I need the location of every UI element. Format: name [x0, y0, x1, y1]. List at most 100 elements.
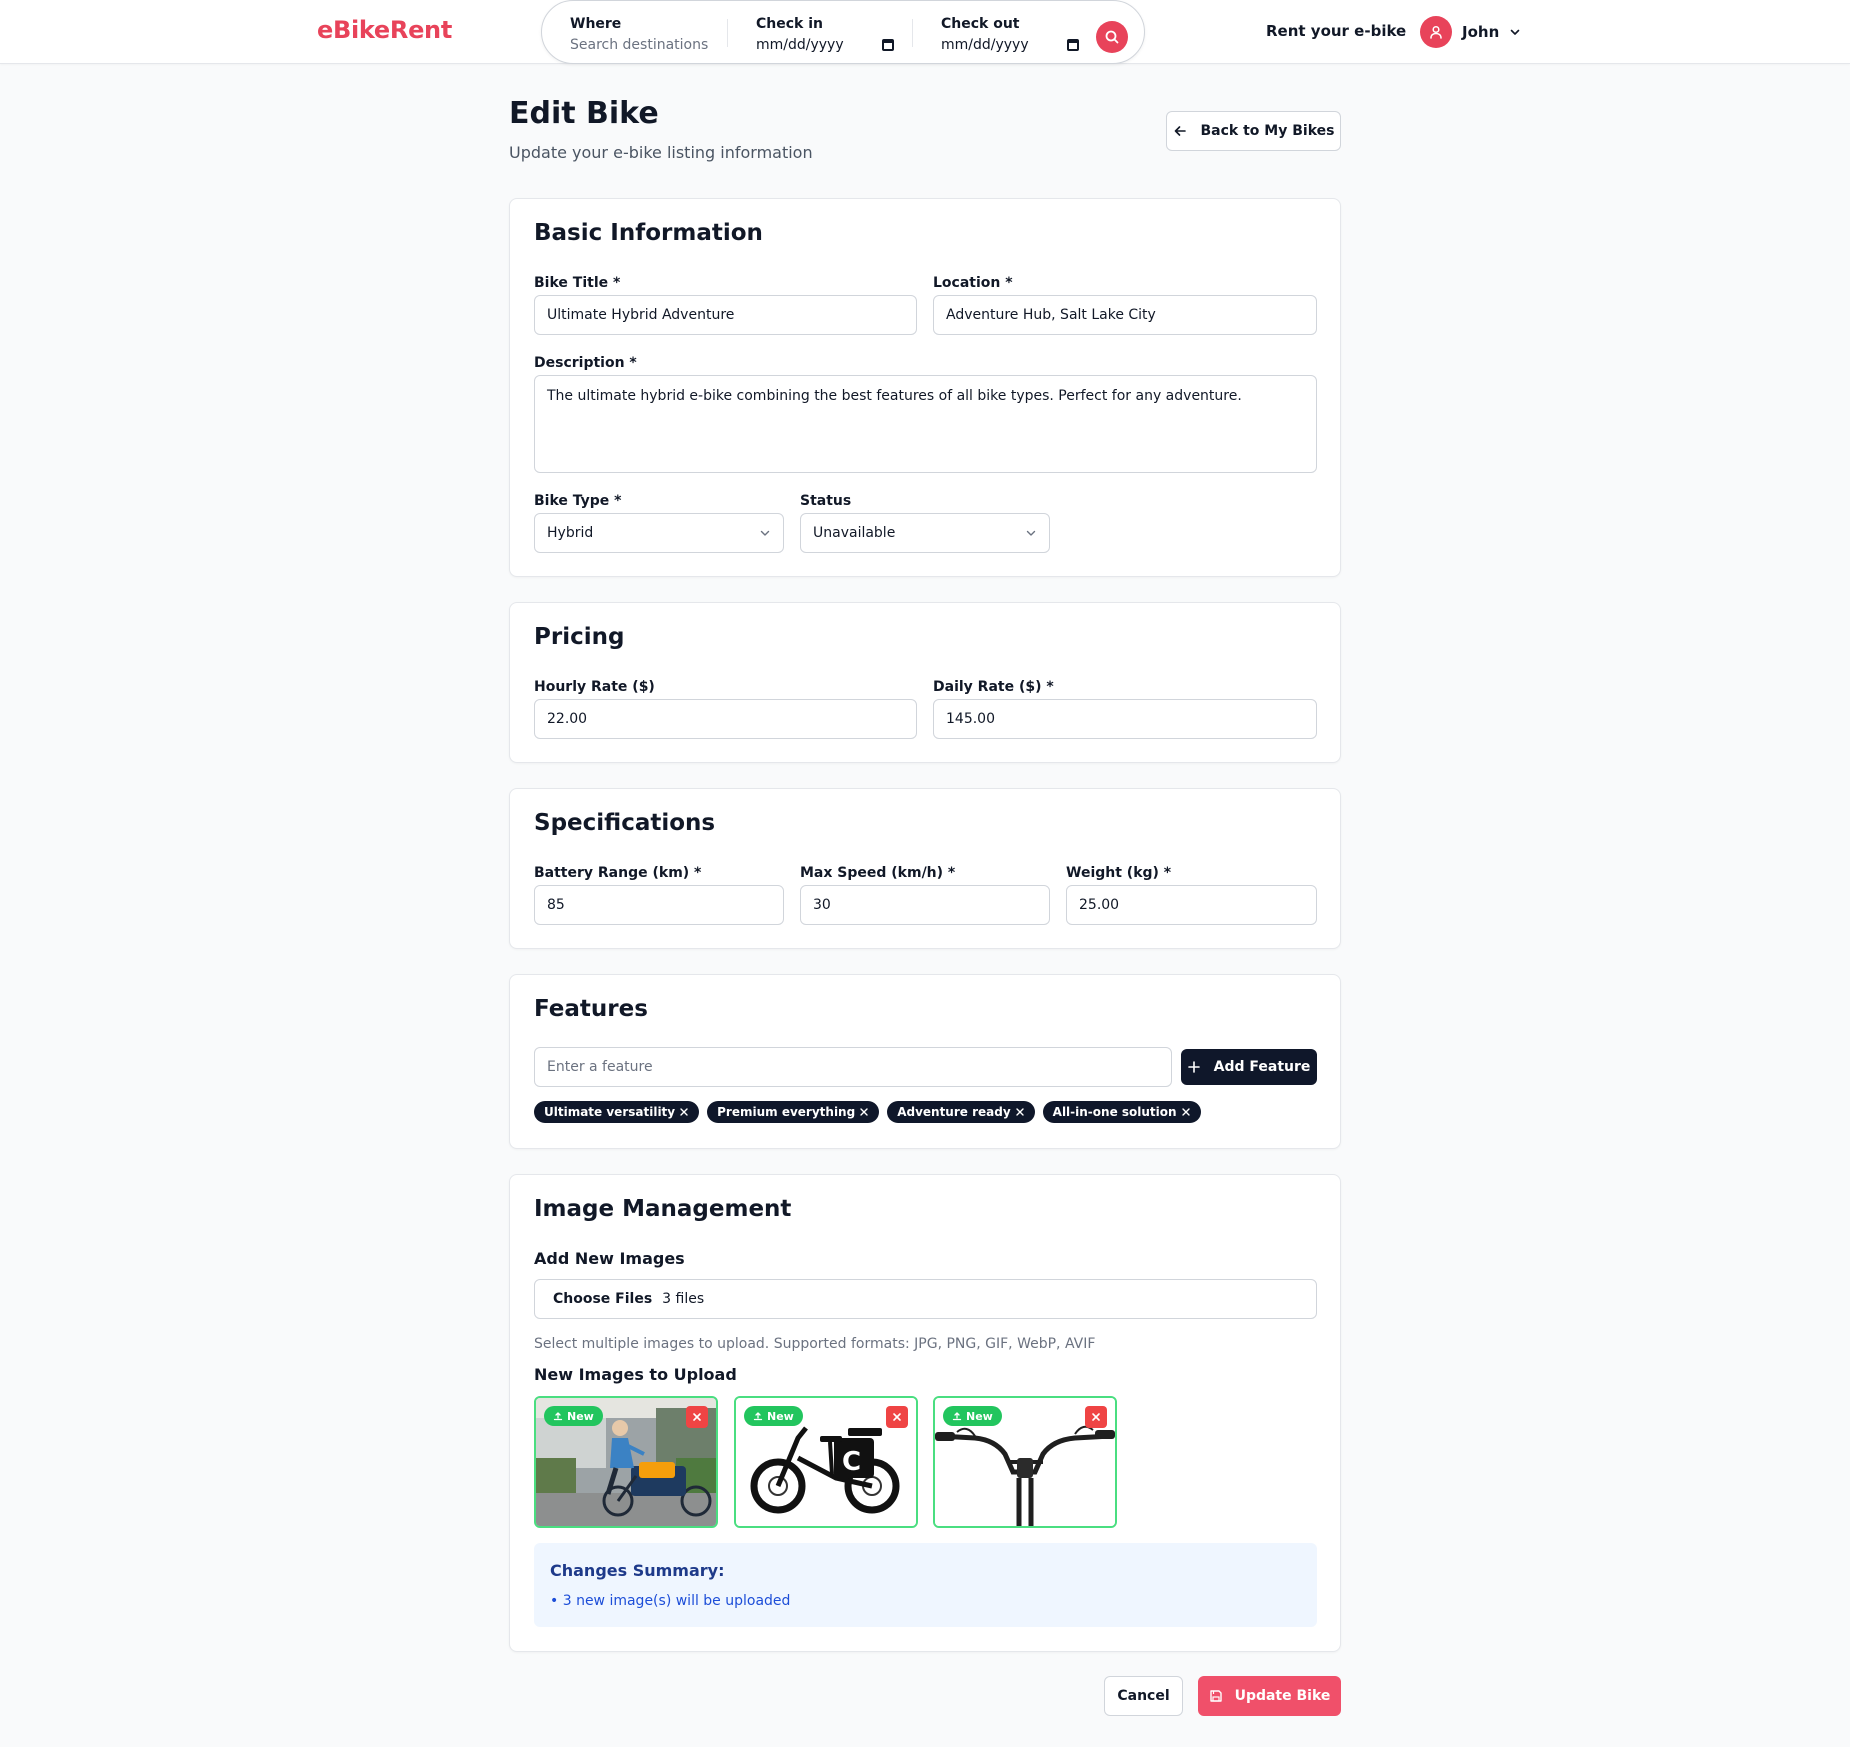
checkin-field[interactable]: Check in mm/dd/yyyy [756, 16, 894, 53]
add-new-images-label: Add New Images [534, 1249, 685, 1268]
upload-icon [753, 1412, 763, 1421]
close-icon[interactable] [1181, 1107, 1191, 1117]
weight-label: Weight (kg) * [1066, 865, 1172, 881]
search-bar: Where Search destinations Check in mm/dd… [541, 0, 1145, 64]
bike-type-value: Hybrid [547, 525, 594, 541]
specifications-card: Specifications Battery Range (km) * 85 M… [509, 788, 1341, 949]
update-bike-button[interactable]: Update Bike [1198, 1676, 1341, 1716]
daily-rate-input[interactable]: 145.00 [933, 699, 1317, 739]
top-nav-bar: eBikeRent Where Search destinations Chec… [0, 0, 1850, 64]
weight-input[interactable]: 25.00 [1066, 885, 1317, 925]
new-badge: New [544, 1406, 603, 1426]
bike-type-label: Bike Type * [534, 493, 622, 509]
chevron-down-icon[interactable] [1509, 26, 1521, 38]
svg-text:C: C [842, 1447, 861, 1477]
checkout-value: mm/dd/yyyy [941, 37, 1029, 53]
section-title: Image Management [534, 1196, 792, 1222]
arrow-left-icon [1174, 126, 1186, 136]
close-icon[interactable] [859, 1107, 869, 1117]
checkin-value: mm/dd/yyyy [756, 37, 844, 53]
bike-title-label: Bike Title * [534, 275, 621, 291]
chip-label: Premium everything [717, 1105, 856, 1119]
calendar-icon[interactable] [1066, 39, 1079, 51]
hourly-rate-label: Hourly Rate ($) [534, 679, 655, 695]
rent-your-ebike-link[interactable]: Rent your e-bike [1266, 22, 1406, 40]
checkin-input[interactable]: mm/dd/yyyy [756, 37, 894, 53]
hourly-rate-input[interactable]: 22.00 [534, 699, 917, 739]
location-label: Location * [933, 275, 1013, 291]
battery-range-input[interactable]: 85 [534, 885, 784, 925]
back-to-my-bikes-button[interactable]: Back to My Bikes [1166, 111, 1341, 151]
features-card: Features Enter a feature Add Feature Ult… [509, 974, 1341, 1149]
chevron-down-icon [760, 530, 770, 536]
user-icon [1430, 25, 1442, 39]
close-icon[interactable] [1015, 1107, 1025, 1117]
image-thumbnail[interactable]: New [933, 1396, 1117, 1528]
search-button[interactable] [1096, 21, 1128, 53]
bike-type-select[interactable]: Hybrid [534, 513, 784, 553]
feature-chips: Ultimate versatility Premium everything … [534, 1101, 1201, 1123]
status-select[interactable]: Unavailable [800, 513, 1050, 553]
changes-summary: Changes Summary: • 3 new image(s) will b… [534, 1543, 1317, 1627]
user-menu[interactable]: John [1420, 16, 1521, 48]
calendar-icon[interactable] [881, 39, 894, 51]
remove-image-button[interactable] [1085, 1406, 1107, 1428]
location-input[interactable]: Adventure Hub, Salt Lake City [933, 295, 1317, 335]
basic-information-card: Basic Information Bike Title * Ultimate … [509, 198, 1341, 577]
chip-label: All-in-one solution [1052, 1105, 1177, 1119]
feature-chip: All-in-one solution [1042, 1101, 1201, 1123]
remove-image-button[interactable] [886, 1406, 908, 1428]
new-badge-label: New [767, 1409, 794, 1423]
file-count: 3 files [662, 1291, 705, 1307]
description-label: Description * [534, 355, 637, 371]
daily-rate-label: Daily Rate ($) * [933, 679, 1054, 695]
file-input[interactable]: Choose Files 3 files [534, 1279, 1317, 1319]
status-value: Unavailable [813, 525, 896, 541]
section-title: Basic Information [534, 220, 763, 246]
close-icon[interactable] [679, 1107, 689, 1117]
search-divider [727, 19, 728, 47]
new-badge-label: New [567, 1409, 594, 1423]
search-icon [1105, 30, 1119, 44]
add-feature-button[interactable]: Add Feature [1181, 1049, 1317, 1085]
where-input[interactable]: Search destinations [570, 37, 708, 53]
choose-files-button[interactable]: Choose Files [553, 1291, 652, 1307]
close-icon [693, 1413, 701, 1421]
checkout-input[interactable]: mm/dd/yyyy [941, 37, 1079, 53]
feature-chip: Adventure ready [887, 1101, 1035, 1123]
chip-label: Adventure ready [897, 1105, 1011, 1119]
new-images-label: New Images to Upload [534, 1365, 737, 1384]
upload-icon [553, 1412, 563, 1421]
feature-input[interactable]: Enter a feature [534, 1047, 1172, 1087]
user-name[interactable]: John [1462, 23, 1499, 41]
feature-chip: Premium everything [707, 1101, 880, 1123]
pricing-card: Pricing Hourly Rate ($) 22.00 Daily Rate… [509, 602, 1341, 763]
description-textarea[interactable]: The ultimate hybrid e-bike combining the… [534, 375, 1317, 473]
new-badge: New [744, 1406, 803, 1426]
battery-range-label: Battery Range (km) * [534, 865, 702, 881]
checkout-field[interactable]: Check out mm/dd/yyyy [941, 16, 1079, 53]
image-thumbnail[interactable]: New [534, 1396, 718, 1528]
brand-logo[interactable]: eBikeRent [317, 16, 452, 44]
summary-title: Changes Summary: [550, 1561, 725, 1580]
feature-chip: Ultimate versatility [534, 1101, 700, 1123]
chip-label: Ultimate versatility [544, 1105, 676, 1119]
page-title: Edit Bike [509, 96, 659, 131]
new-badge: New [943, 1406, 1002, 1426]
bike-title-input[interactable]: Ultimate Hybrid Adventure [534, 295, 917, 335]
where-label: Where [570, 16, 622, 32]
chevron-down-icon [1026, 530, 1036, 536]
update-bike-label: Update Bike [1234, 1688, 1331, 1704]
cancel-button[interactable]: Cancel [1104, 1676, 1183, 1716]
page-subtitle: Update your e-bike listing information [509, 143, 813, 162]
remove-image-button[interactable] [686, 1406, 708, 1428]
new-badge-label: New [966, 1409, 993, 1423]
avatar[interactable] [1420, 16, 1452, 48]
image-thumbnail[interactable]: C New [734, 1396, 918, 1528]
section-title: Pricing [534, 624, 625, 650]
max-speed-input[interactable]: 30 [800, 885, 1050, 925]
close-icon [893, 1413, 901, 1421]
where-field[interactable]: Where Search destinations [570, 16, 708, 53]
search-divider [912, 19, 913, 47]
help-text: Select multiple images to upload. Suppor… [534, 1336, 1096, 1352]
